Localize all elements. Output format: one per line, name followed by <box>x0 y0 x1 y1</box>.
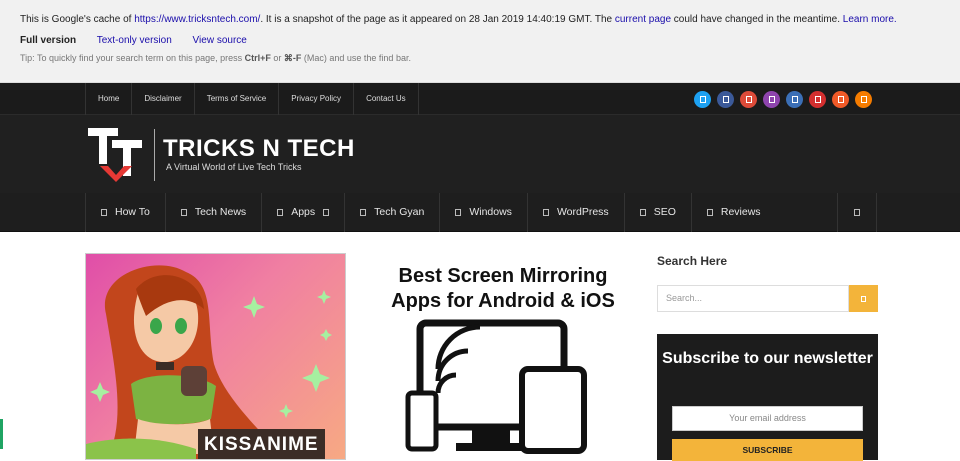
view-source-link[interactable]: View source <box>193 35 247 46</box>
devices-mirroring-icon <box>405 319 587 454</box>
post-thumbnail-screen-mirroring[interactable]: Best Screen Mirroring Apps for Android &… <box>372 253 634 460</box>
nav-icon <box>455 209 462 216</box>
find-tip: Tip: To quickly find your search term on… <box>20 53 411 63</box>
nav-windows[interactable]: Windows <box>439 193 527 232</box>
cached-url-link[interactable]: https://www.tricksntech.com/ <box>134 14 260 25</box>
sidebar-search-input[interactable]: Search... <box>657 285 849 312</box>
nav-icon <box>180 209 187 216</box>
nav-icon <box>639 209 646 216</box>
learn-more-link[interactable]: Learn more. <box>843 14 897 25</box>
nav-icon <box>360 209 367 216</box>
topmenu-contact[interactable]: Contact Us <box>353 83 419 115</box>
text-only-version-link[interactable]: Text-only version <box>97 35 172 46</box>
social-icon-5[interactable] <box>786 91 803 108</box>
nav-icon <box>542 209 549 216</box>
social-icon-6[interactable] <box>809 91 826 108</box>
full-version-label: Full version <box>20 35 77 46</box>
current-page-link[interactable]: current page <box>615 14 671 25</box>
top-menu: Home Disclaimer Terms of Service Privacy… <box>85 83 419 115</box>
social-icon-3[interactable] <box>740 91 757 108</box>
search-icon <box>861 295 866 302</box>
nav-seo[interactable]: SEO <box>623 193 691 232</box>
nav-apps[interactable]: Apps <box>261 193 344 232</box>
nav-icon <box>706 209 713 216</box>
topmenu-home[interactable]: Home <box>85 83 131 115</box>
cache-version-links: Full version Text-only version View sour… <box>20 35 265 46</box>
nav-tech-gyan[interactable]: Tech Gyan <box>344 193 439 232</box>
nav-tech-news[interactable]: Tech News <box>164 193 261 232</box>
social-icons <box>694 91 878 108</box>
site-header: TRICKS N TECH A Virtual World of Live Te… <box>0 115 960 193</box>
social-icon-1[interactable] <box>694 91 711 108</box>
google-cache-bar: This is Google's cache of https://www.tr… <box>0 0 960 83</box>
topmenu-terms[interactable]: Terms of Service <box>193 83 279 115</box>
subscribe-button[interactable]: SUBSCRIBE <box>672 439 863 461</box>
site-topbar: Home Disclaimer Terms of Service Privacy… <box>0 83 960 115</box>
main-nav: How To Tech News Apps Tech Gyan Windows … <box>0 193 960 232</box>
nav-icon <box>277 209 284 216</box>
cache-notice: This is Google's cache of https://www.tr… <box>20 14 897 25</box>
post-thumbnail-kissanime[interactable]: KISSANIME <box>85 253 346 460</box>
nav-how-to[interactable]: How To <box>85 193 165 232</box>
nav-wordpress[interactable]: WordPress <box>526 193 624 232</box>
logo-divider <box>154 129 155 181</box>
sidebar-search-button[interactable] <box>849 285 878 312</box>
topmenu-disclaimer[interactable]: Disclaimer <box>131 83 193 115</box>
social-icon-8[interactable] <box>855 91 872 108</box>
social-icon-2[interactable] <box>717 91 734 108</box>
logo-title[interactable]: TRICKS N TECH <box>163 135 355 163</box>
nav-reviews[interactable]: Reviews <box>690 193 776 232</box>
newsletter-title: Subscribe to our newsletter <box>662 350 873 367</box>
logo-mark-icon[interactable] <box>88 126 146 182</box>
kissanime-label: KISSANIME <box>198 429 325 459</box>
nav-search-toggle[interactable] <box>837 193 877 232</box>
dropdown-icon <box>323 209 330 216</box>
floating-side-tab[interactable] <box>0 419 3 449</box>
newsletter-email-input[interactable]: Your email address <box>672 406 863 431</box>
topmenu-privacy[interactable]: Privacy Policy <box>278 83 353 115</box>
social-icon-7[interactable] <box>832 91 849 108</box>
nav-icon <box>101 209 107 216</box>
search-icon <box>854 209 860 216</box>
search-widget-title: Search Here <box>657 254 728 268</box>
social-icon-4[interactable] <box>763 91 780 108</box>
logo-tagline: A Virtual World of Live Tech Tricks <box>166 162 302 172</box>
newsletter-widget: Subscribe to our newsletter Your email a… <box>657 334 878 461</box>
